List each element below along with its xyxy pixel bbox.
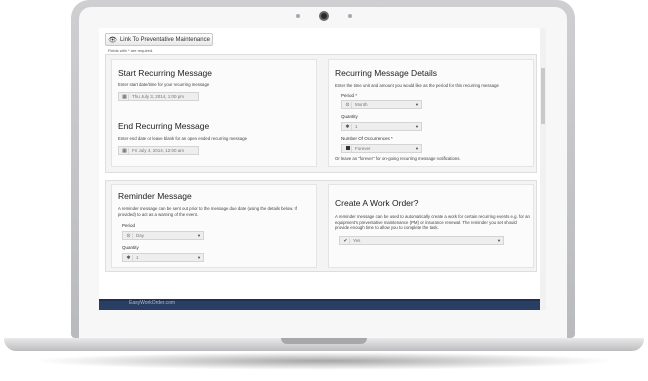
occurrences-label: Number Of Occurrences * (341, 136, 393, 141)
required-note: Fields with * are required. (108, 48, 154, 53)
workorder-title: Create A Work Order? (335, 198, 419, 208)
reminder-quantity-label: Quantity (122, 245, 139, 250)
caret-down-icon: ▼ (497, 238, 501, 243)
scrollbar-thumb[interactable] (541, 68, 545, 124)
reminder-title: Reminder Message (118, 191, 192, 201)
reminder-help: A reminder message can be sent out prior… (118, 206, 297, 217)
period-label: Period * (341, 93, 358, 98)
calendar-icon: ▦ (121, 147, 129, 154)
caret-down-icon: ▼ (197, 233, 201, 238)
details-title: Recurring Message Details (335, 68, 438, 78)
stop-icon (344, 145, 352, 152)
link-button-label: Link To Preventative Maintenance (119, 36, 210, 43)
laptop-mockup: 👁 Link To Preventative Maintenance Field… (0, 0, 648, 381)
eye-icon: 👁 (108, 36, 117, 44)
check-icon: ✔ (342, 237, 350, 244)
reminder-period-select[interactable]: ⊙ Day ▼ (122, 231, 204, 240)
sensor-dot (296, 14, 300, 18)
settings-icon: ✱ (344, 123, 352, 130)
workorder-help: A reminder message can be used to automa… (335, 214, 530, 230)
start-help: Enter start date/time for your recurring… (118, 82, 210, 87)
quantity-label: Quantity (341, 114, 358, 119)
end-help: Enter end date or leave blank for an ope… (118, 136, 247, 141)
details-help: Enter the time unit and amount you would… (335, 83, 499, 88)
caret-down-icon: ▼ (415, 102, 419, 107)
clock-icon: ⊙ (344, 101, 352, 108)
sensor-dot (348, 14, 352, 18)
end-date-input[interactable]: ▦ Fri July 4, 2014, 12:00 am (118, 146, 199, 155)
occurrences-select[interactable]: Forever ▼ (341, 144, 422, 153)
quantity-select[interactable]: ✱ 1 ▼ (341, 122, 422, 131)
occurrences-help: Or leave as "forever" for on-going recur… (335, 156, 461, 161)
clock-icon: ⊙ (125, 232, 133, 239)
reminder-period-label: Period (122, 223, 136, 228)
camera-icon (319, 11, 329, 21)
start-title: Start Recurring Message (118, 68, 213, 78)
calendar-icon: ▦ (121, 93, 129, 100)
reminder-quantity-select[interactable]: ✱ 1 ▼ (122, 253, 204, 262)
laptop-shadow (30, 352, 618, 370)
caret-down-icon: ▼ (415, 124, 419, 129)
footer-text: EasyWorkOrder.com (129, 300, 176, 306)
start-date-input[interactable]: ▦ Thu July 3, 2014, 1:00 pm (118, 92, 199, 101)
end-title: End Recurring Message (118, 121, 210, 131)
app-screen: 👁 Link To Preventative Maintenance Field… (99, 28, 546, 310)
caret-down-icon: ▼ (197, 255, 201, 260)
laptop-notch (281, 338, 367, 344)
period-select[interactable]: ⊙ Month ▼ (341, 100, 422, 109)
settings-icon: ✱ (125, 254, 133, 261)
workorder-select[interactable]: ✔ Yes ▼ (339, 236, 504, 245)
caret-down-icon: ▼ (415, 146, 419, 151)
link-preventative-maintenance-button[interactable]: 👁 Link To Preventative Maintenance (105, 33, 213, 46)
